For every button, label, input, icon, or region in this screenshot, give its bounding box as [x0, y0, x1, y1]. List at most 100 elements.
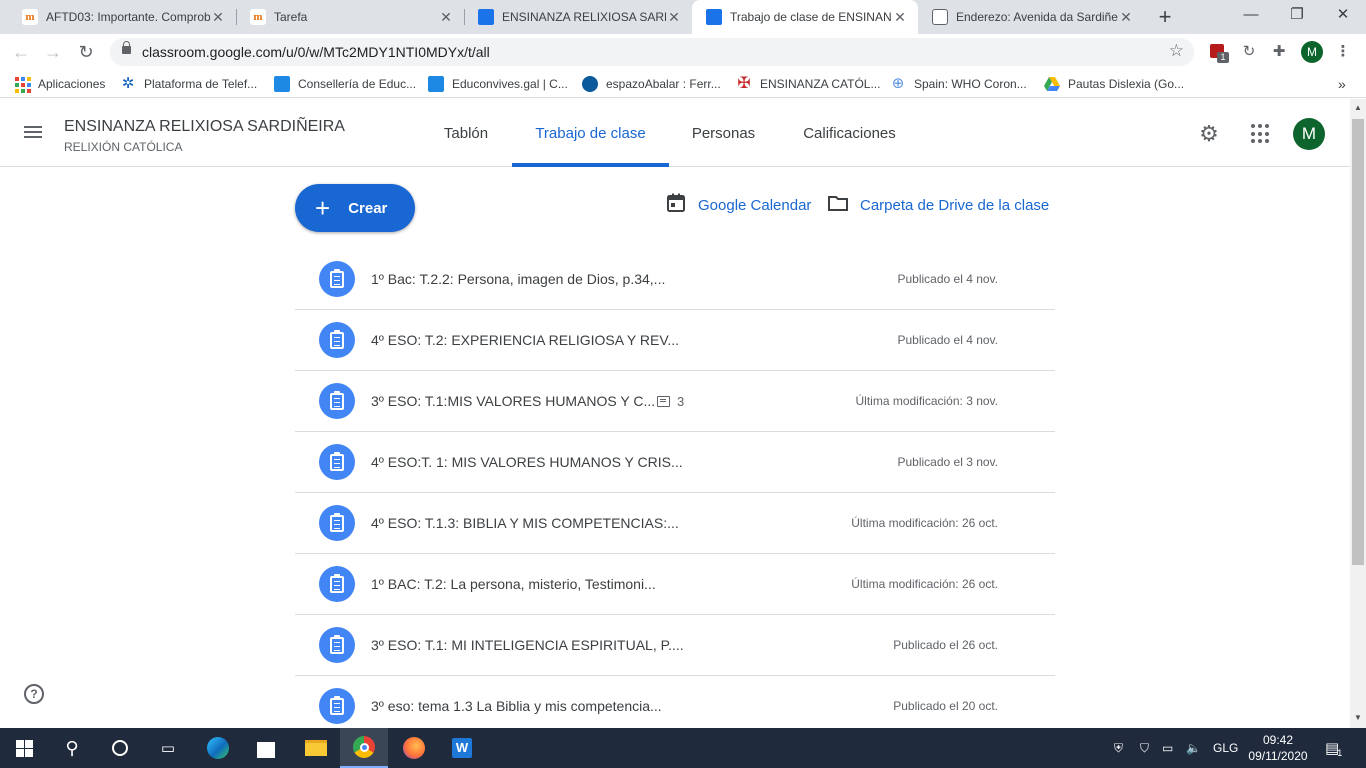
bookmark-apps[interactable]: Aplicaciones	[14, 75, 105, 93]
assignment-row[interactable]: 4º ESO: T.2: EXPERIENCIA RELIGIOSA Y REV…	[295, 310, 1055, 371]
calendar-icon	[666, 193, 686, 217]
address-bar[interactable]: classroom.google.com/u/0/w/MTc2MDY1NTI0M…	[110, 38, 1194, 66]
help-icon[interactable]: ?	[24, 684, 44, 704]
browser-menu-icon[interactable]: ⋮	[1332, 41, 1354, 63]
word-editor-icon[interactable]: W	[438, 728, 486, 768]
minimize-window-button[interactable]: —	[1228, 0, 1274, 30]
volume-icon[interactable]: 🔈	[1186, 728, 1201, 768]
classroom-icon	[706, 9, 722, 25]
extension-refresh-icon[interactable]: ↻	[1238, 41, 1260, 63]
tab-classwork[interactable]: Trabajo de clase	[512, 99, 669, 167]
bookmark-item[interactable]: Consellería de Educ...	[274, 75, 416, 93]
scroll-down-arrow-icon[interactable]: ▼	[1354, 713, 1362, 722]
classwork-page: + Crear Google Calendar Carpeta de Drive…	[0, 168, 1350, 728]
defender-icon[interactable]: ⛉	[1140, 728, 1149, 768]
browser-tab[interactable]: m Tarefa ✕	[236, 0, 464, 34]
google-calendar-link[interactable]: Google Calendar	[666, 193, 812, 217]
firefox-icon[interactable]	[390, 728, 438, 768]
create-button[interactable]: + Crear	[295, 184, 415, 232]
calendar-link-label: Google Calendar	[698, 196, 812, 214]
assignment-title: 1º BAC: T.2: La persona, misterio, Testi…	[371, 576, 656, 592]
url-text[interactable]: classroom.google.com/u/0/w/MTc2MDY1NTI0M…	[142, 44, 490, 60]
tab-stream[interactable]: Tablón	[432, 99, 500, 167]
bookmark-star-icon[interactable]: ☆	[1169, 41, 1184, 61]
comment-count-value: 3	[677, 394, 685, 409]
bookmark-item[interactable]: Pautas Dislexia (Go...	[1044, 75, 1184, 93]
network-icon[interactable]: ▭	[1162, 728, 1173, 768]
hamburger-menu-icon[interactable]	[24, 123, 48, 143]
forward-icon[interactable]: →	[40, 39, 66, 65]
bookmark-item[interactable]: Educonvives.gal | C...	[428, 75, 568, 93]
bookmarks-bar: Aplicaciones ✲ Plataforma de Telef... Co…	[0, 70, 1366, 98]
tab-title: AFTD03: Importante. Comprob	[46, 10, 210, 24]
browser-tab-strip: m AFTD03: Importante. Comprob ✕ m Tarefa…	[0, 0, 1366, 34]
edge-browser-icon[interactable]	[194, 728, 242, 768]
close-tab-icon[interactable]: ✕	[210, 9, 226, 26]
browser-profile-avatar[interactable]: M	[1301, 41, 1323, 63]
bookmark-label: Consellería de Educ...	[298, 77, 417, 91]
assignment-row[interactable]: 4º ESO:T. 1: MIS VALORES HUMANOS Y CRIS.…	[295, 432, 1055, 493]
browser-tab-active[interactable]: Trabajo de clase de ENSINANZ ✕	[692, 0, 918, 34]
assignment-icon	[319, 688, 355, 724]
course-title[interactable]: ENSINANZA RELIXIOSA SARDIÑEIRA	[64, 118, 345, 136]
browser-toolbar: ← → ↻ classroom.google.com/u/0/w/MTc2MDY…	[0, 34, 1366, 70]
assignment-row[interactable]: 1º Bac: T.2.2: Persona, imagen de Dios, …	[295, 249, 1055, 310]
restore-window-button[interactable]: ❐	[1274, 0, 1320, 30]
close-window-button[interactable]: ✕	[1320, 0, 1366, 30]
close-tab-icon[interactable]: ✕	[438, 9, 454, 26]
chrome-taskbar-icon[interactable]	[340, 728, 388, 768]
assignment-row[interactable]: 3º eso: tema 1.3 La Biblia y mis compete…	[295, 676, 1055, 728]
security-shield-icon[interactable]: ⛨	[1114, 728, 1123, 768]
close-tab-icon[interactable]: ✕	[1118, 9, 1134, 26]
google-apps-icon[interactable]	[1251, 124, 1271, 144]
reload-icon[interactable]: ↻	[73, 39, 99, 65]
bookmarks-overflow-button[interactable]: »	[1338, 75, 1346, 93]
user-avatar[interactable]: M	[1293, 118, 1325, 150]
tab-people[interactable]: Personas	[681, 99, 766, 167]
extension-icon[interactable]: 1	[1206, 41, 1229, 63]
browser-tab[interactable]: m AFTD03: Importante. Comprob ✕	[8, 0, 236, 34]
task-view-icon[interactable]: ▭	[144, 728, 192, 768]
assignment-title: 4º ESO: T.2: EXPERIENCIA RELIGIOSA Y REV…	[371, 332, 680, 348]
start-button[interactable]	[0, 728, 48, 768]
assignment-icon	[319, 505, 355, 541]
bookmark-item[interactable]: ⊕ Spain: WHO Coron...	[890, 75, 1027, 93]
assignment-date: Publicado el 3 nov.	[897, 455, 998, 469]
back-icon[interactable]: ←	[8, 39, 34, 65]
close-tab-icon[interactable]: ✕	[892, 9, 908, 26]
scroll-up-arrow-icon[interactable]: ▲	[1354, 103, 1362, 112]
settings-gear-icon[interactable]: ⚙	[1196, 121, 1222, 147]
store-icon[interactable]	[242, 728, 290, 768]
comment-count: 3	[657, 394, 684, 409]
search-icon[interactable]: ⚲	[48, 728, 96, 768]
extensions-puzzle-icon[interactable]: ✚	[1268, 41, 1290, 63]
tab-grades[interactable]: Calificaciones	[790, 99, 909, 167]
bookmark-item[interactable]: ✠ ENSINANZA CATÓL...	[736, 75, 880, 93]
clock-time: 09:42	[1262, 733, 1294, 747]
classroom-header: ENSINANZA RELIXIOSA SARDIÑEIRA RELIXIÓN …	[0, 99, 1350, 167]
assignment-date: Publicado el 26 oct.	[893, 638, 998, 652]
close-tab-icon[interactable]: ✕	[666, 9, 682, 26]
assignment-row[interactable]: 1º BAC: T.2: La persona, misterio, Testi…	[295, 554, 1055, 615]
assignment-row[interactable]: 3º ESO: T.1:MIS VALORES HUMANOS Y C... 3…	[295, 371, 1055, 432]
assignment-row[interactable]: 3º ESO: T.1: MI INTELIGENCIA ESPIRITUAL,…	[295, 615, 1055, 676]
xunta-icon	[428, 76, 444, 92]
notifications-icon[interactable]: ▤ 1	[1325, 728, 1344, 768]
assignment-icon	[319, 383, 355, 419]
new-tab-button[interactable]: +	[1152, 4, 1178, 30]
assignment-row[interactable]: 4º ESO: T.1.3: BIBLIA Y MIS COMPETENCIAS…	[295, 493, 1055, 554]
bookmark-item[interactable]: espazoAbalar : Ferr...	[582, 75, 721, 93]
system-clock[interactable]: 09:42 09/11/2020	[1247, 732, 1309, 764]
browser-tab[interactable]: Enderezo: Avenida da Sardiñei ✕	[918, 0, 1144, 34]
cortana-icon[interactable]	[96, 728, 144, 768]
scrollbar-thumb[interactable]	[1352, 119, 1364, 565]
assignment-date: Última modificación: 26 oct.	[851, 516, 998, 530]
page-scrollbar[interactable]: ▲ ▼	[1350, 99, 1366, 728]
drive-folder-link[interactable]: Carpeta de Drive de la clase	[828, 194, 1049, 216]
bookmark-item[interactable]: ✲ Plataforma de Telef...	[120, 75, 257, 93]
file-explorer-icon[interactable]	[292, 728, 340, 768]
input-language[interactable]: GLG	[1213, 728, 1238, 768]
browser-tab[interactable]: ENSINANZA RELIXIOSA SARDIÑ ✕	[464, 0, 692, 34]
bookmark-label: Plataforma de Telef...	[144, 77, 258, 91]
drupal-icon	[582, 76, 598, 92]
